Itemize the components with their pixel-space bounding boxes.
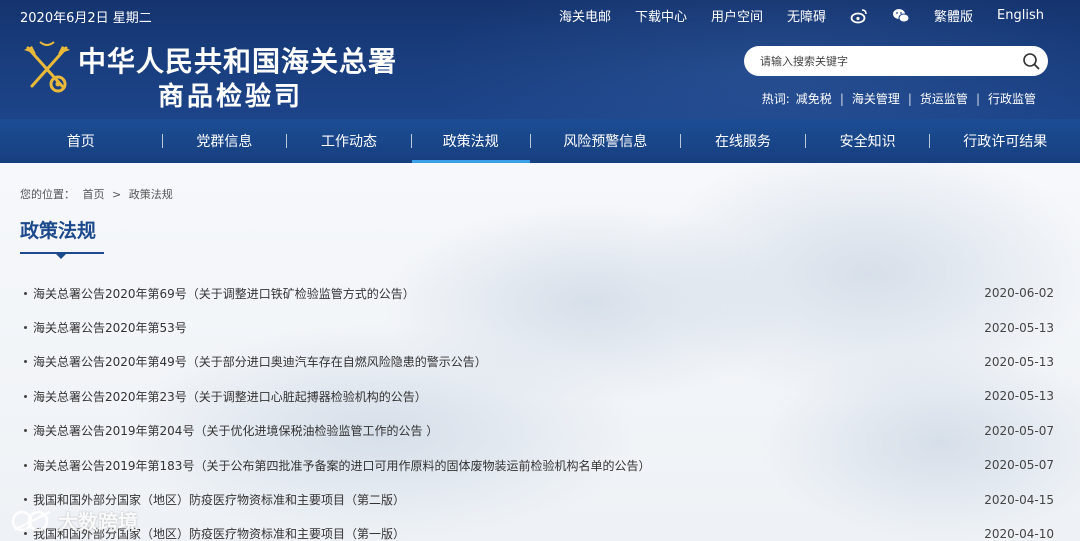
nav-item-work-news[interactable]: 工作动态: [287, 119, 411, 163]
article-date: 2020-05-07: [984, 458, 1054, 473]
current-date: 2020年6月2日 星期二: [20, 11, 152, 26]
nav-item-risk-warning[interactable]: 风险预警信息: [531, 119, 681, 163]
article-title[interactable]: 海关总署公告2020年第53号: [33, 319, 974, 336]
weibo-icon: [850, 8, 867, 23]
hot-words: 热词: 减免税 | 海关管理 | 货运监管 | 行政监管: [762, 90, 1036, 107]
breadcrumb-separator: >: [112, 188, 122, 201]
list-item[interactable]: 我国和国外部分国家（地区）防疫医疗物资标准和主要项目（第一版） 2020-04-…: [22, 517, 1054, 541]
hot-words-label: 热词:: [761, 92, 790, 106]
article-title[interactable]: 海关总署公告2020年第69号（关于调整进口铁矿检验监管方式的公告）: [33, 285, 974, 302]
article-title[interactable]: 我国和国外部分国家（地区）防疫医疗物资标准和主要项目（第二版）: [33, 491, 974, 508]
hot-word-freight-supervision[interactable]: 货运监管: [920, 90, 968, 107]
nav-item-online-service[interactable]: 在线服务: [681, 119, 805, 163]
breadcrumb-current: 政策法规: [128, 188, 173, 201]
nav-item-safety[interactable]: 安全知识: [806, 119, 930, 163]
title-underline-arrow: [56, 254, 66, 259]
hot-word-admin-supervision[interactable]: 行政监管: [988, 90, 1036, 107]
wechat-icon: [893, 8, 910, 22]
site-subtitle: 商品检验司: [158, 82, 304, 112]
bullet-icon: [24, 326, 27, 330]
article-date: 2020-05-13: [984, 320, 1054, 335]
customs-emblem-logo[interactable]: [22, 40, 72, 96]
accessibility-link[interactable]: 无障碍: [787, 6, 826, 25]
divider: |: [975, 91, 980, 106]
list-item[interactable]: 海关总署公告2020年第69号（关于调整进口铁矿检验监管方式的公告） 2020-…: [22, 276, 1054, 310]
nav-item-party-info[interactable]: 党群信息: [163, 119, 287, 163]
site-header: 2020年6月2日 星期二 海关电邮 下载中心 用户空间 无障碍 繁體版 Eng…: [0, 0, 1080, 119]
page-title: 政策法规: [20, 220, 97, 242]
bullet-icon: [24, 394, 27, 398]
hot-word-tax-reduction[interactable]: 减免税: [796, 90, 832, 107]
bullet-icon: [24, 360, 27, 364]
list-item[interactable]: 海关总署公告2019年第204号（关于优化进境保税油检验监管工作的公告 ） 20…: [22, 414, 1054, 448]
article-title[interactable]: 海关总署公告2020年第23号（关于调整进口心脏起搏器检验机构的公告）: [33, 388, 974, 405]
user-space-link[interactable]: 用户空间: [711, 6, 763, 25]
list-item[interactable]: 我国和国外部分国家（地区）防疫医疗物资标准和主要项目（第二版） 2020-04-…: [22, 482, 1054, 516]
traditional-chinese-link[interactable]: 繁體版: [934, 6, 973, 25]
article-date: 2020-04-15: [984, 492, 1054, 507]
bullet-icon: [24, 291, 27, 295]
article-title[interactable]: 海关总署公告2020年第49号（关于部分进口奥迪汽车存在自燃风险隐患的警示公告）: [33, 353, 974, 370]
article-title[interactable]: 海关总署公告2019年第204号（关于优化进境保税油检验监管工作的公告 ）: [33, 422, 974, 439]
divider: |: [907, 91, 912, 106]
article-date: 2020-05-07: [984, 423, 1054, 438]
search-icon[interactable]: [1022, 52, 1040, 70]
watermark: 大数跨境: [10, 506, 138, 535]
breadcrumb-prefix: 您的位置：: [20, 188, 75, 201]
article-date: 2020-06-02: [984, 286, 1054, 301]
search-box: [744, 46, 1048, 76]
english-link[interactable]: English: [997, 8, 1044, 23]
watermark-text: 大数跨境: [58, 510, 138, 534]
wechat-link[interactable]: [892, 8, 910, 24]
article-title[interactable]: 海关总署公告2019年第183号（关于公布第四批准予备案的进口可用作原料的固体废…: [33, 457, 974, 474]
list-item[interactable]: 海关总署公告2020年第53号 2020-05-13: [22, 310, 1054, 344]
bullet-icon: [24, 498, 27, 502]
article-title[interactable]: 我国和国外部分国家（地区）防疫医疗物资标准和主要项目（第一版）: [33, 525, 974, 541]
list-item[interactable]: 海关总署公告2020年第49号（关于部分进口奥迪汽车存在自燃风险隐患的警示公告）…: [22, 345, 1054, 379]
bullet-icon: [24, 429, 27, 433]
watermark-logo-icon: [11, 510, 51, 531]
divider: |: [839, 91, 844, 106]
main-nav: 首页 党群信息 工作动态 政策法规 风险预警信息 在线服务 安全知识 行政许可结…: [0, 119, 1080, 163]
top-links: 海关电邮 下载中心 用户空间 无障碍 繁體版 English: [535, 6, 1044, 25]
list-item[interactable]: 海关总署公告2019年第183号（关于公布第四批准予备案的进口可用作原料的固体废…: [22, 448, 1054, 482]
nav-item-policy[interactable]: 政策法规: [411, 119, 530, 163]
article-list: 海关总署公告2020年第69号（关于调整进口铁矿检验监管方式的公告） 2020-…: [22, 276, 1054, 541]
breadcrumb: 您的位置： 首页 > 政策法规: [20, 186, 177, 202]
list-item[interactable]: 海关总署公告2020年第23号（关于调整进口心脏起搏器检验机构的公告） 2020…: [22, 379, 1054, 413]
article-date: 2020-04-10: [984, 526, 1054, 541]
download-center-link[interactable]: 下载中心: [635, 6, 687, 25]
bullet-icon: [24, 463, 27, 467]
breadcrumb-home[interactable]: 首页: [83, 188, 105, 201]
hot-word-customs-management[interactable]: 海关管理: [852, 90, 900, 107]
search-input[interactable]: [760, 52, 1010, 70]
email-link[interactable]: 海关电邮: [559, 6, 611, 25]
nav-item-admin-license[interactable]: 行政许可结果: [930, 119, 1080, 163]
nav-item-home[interactable]: 首页: [0, 119, 162, 163]
article-date: 2020-05-13: [984, 389, 1054, 404]
article-date: 2020-05-13: [984, 354, 1054, 369]
weibo-link[interactable]: [850, 8, 868, 24]
site-title: 中华人民共和国海关总署: [78, 45, 398, 78]
